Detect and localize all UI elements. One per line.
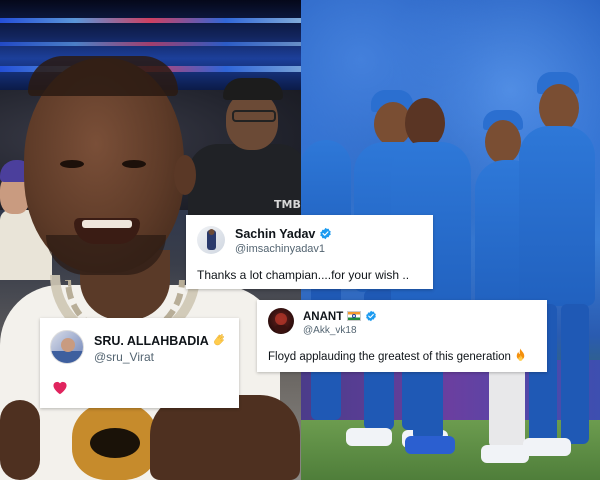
tweet-card[interactable]: Sachin Yadav @imsachinyadav1 Thanks a lo… xyxy=(186,215,433,289)
shirt-logo xyxy=(72,402,158,480)
tweet-author-handle[interactable]: @imsachinyadav1 xyxy=(235,243,325,255)
profile-avatar[interactable] xyxy=(50,330,84,364)
profile-avatar[interactable] xyxy=(197,226,225,254)
red-heart-icon xyxy=(53,381,67,395)
tweet-card[interactable]: SRU. ALLAHBADIA @sru_Virat xyxy=(40,318,239,408)
tweet-author-handle[interactable]: @sru_Virat xyxy=(94,350,154,364)
tweet-author-name[interactable]: ANANT xyxy=(303,310,377,323)
verified-badge-icon xyxy=(320,227,332,240)
verified-badge-icon xyxy=(366,310,377,322)
player xyxy=(515,72,600,462)
tweet-text: Thanks a lot champian....for your wish .… xyxy=(197,268,410,282)
tweet-author-name[interactable]: Sachin Yadav xyxy=(235,227,332,241)
tweet-author-name[interactable]: SRU. ALLAHBADIA xyxy=(94,332,227,348)
fire-icon xyxy=(516,348,525,361)
clapping-hands-icon xyxy=(213,334,224,346)
india-flag-icon xyxy=(347,311,362,321)
tweet-card[interactable]: ANANT @Akk_vk18 Floyd applauding the gre… xyxy=(257,300,547,372)
tweet-author-handle[interactable]: @Akk_vk18 xyxy=(303,325,357,336)
profile-avatar[interactable] xyxy=(268,308,294,334)
tweet-text: Floyd applauding the greatest of this ge… xyxy=(268,348,527,363)
shirt-badge: TMB xyxy=(274,198,301,211)
